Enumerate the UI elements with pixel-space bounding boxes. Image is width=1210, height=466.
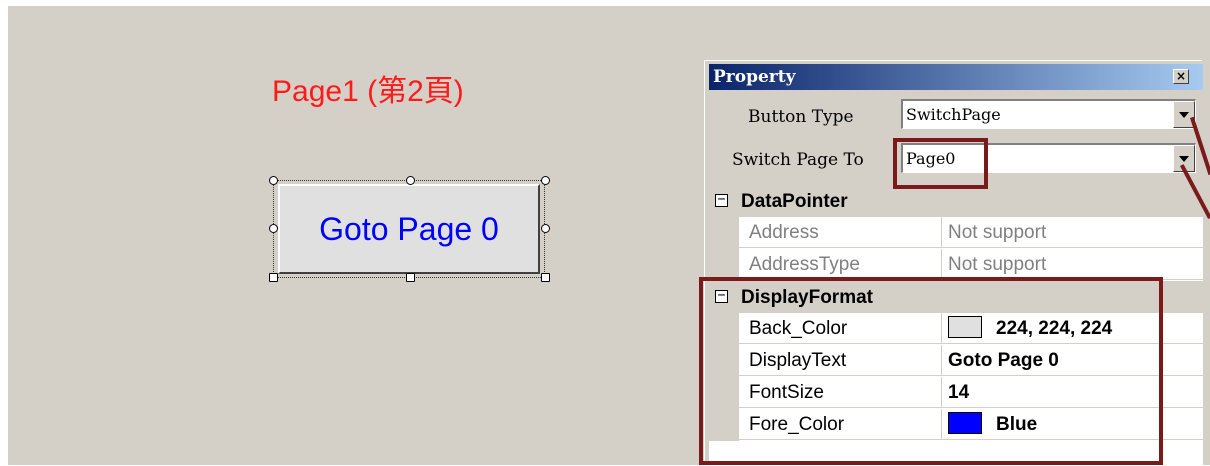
close-button[interactable]: × [1173, 69, 1189, 84]
resize-handle-right[interactable] [541, 224, 550, 233]
property-value: Not support [942, 249, 1203, 280]
collapse-icon[interactable]: − [715, 193, 728, 207]
highlight-switch-page [893, 138, 988, 189]
property-value: Not support [942, 217, 1203, 248]
property-row-address[interactable]: Address Not support [709, 217, 1203, 249]
category-label: DataPointer [741, 191, 848, 212]
resize-handle-top-left[interactable] [269, 176, 278, 185]
highlight-displayformat [699, 277, 1163, 465]
button-type-value: SwitchPage [906, 105, 1001, 124]
property-name: Address [739, 217, 942, 248]
switch-page-label: Switch Page To [732, 150, 864, 170]
resize-handle-bottom-left[interactable] [269, 273, 278, 282]
property-title-bar[interactable]: Property × [709, 64, 1203, 90]
resize-handle-top-right[interactable] [541, 176, 550, 185]
resize-handle-top[interactable] [406, 176, 415, 185]
resize-handle-bottom-right[interactable] [541, 273, 550, 282]
page-title: Page1 (第2頁) [272, 75, 464, 108]
row-gutter [709, 217, 739, 249]
button-type-label: Button Type [748, 107, 854, 127]
resize-handle-bottom[interactable] [406, 273, 415, 282]
property-name: AddressType [739, 249, 942, 280]
category-datapointer[interactable]: − DataPointer [709, 185, 1203, 217]
resize-handle-left[interactable] [269, 224, 278, 233]
goto-page-0-button[interactable]: Goto Page 0 [278, 184, 540, 274]
property-title: Property [713, 67, 796, 87]
button-type-select[interactable]: SwitchPage [901, 99, 1196, 129]
